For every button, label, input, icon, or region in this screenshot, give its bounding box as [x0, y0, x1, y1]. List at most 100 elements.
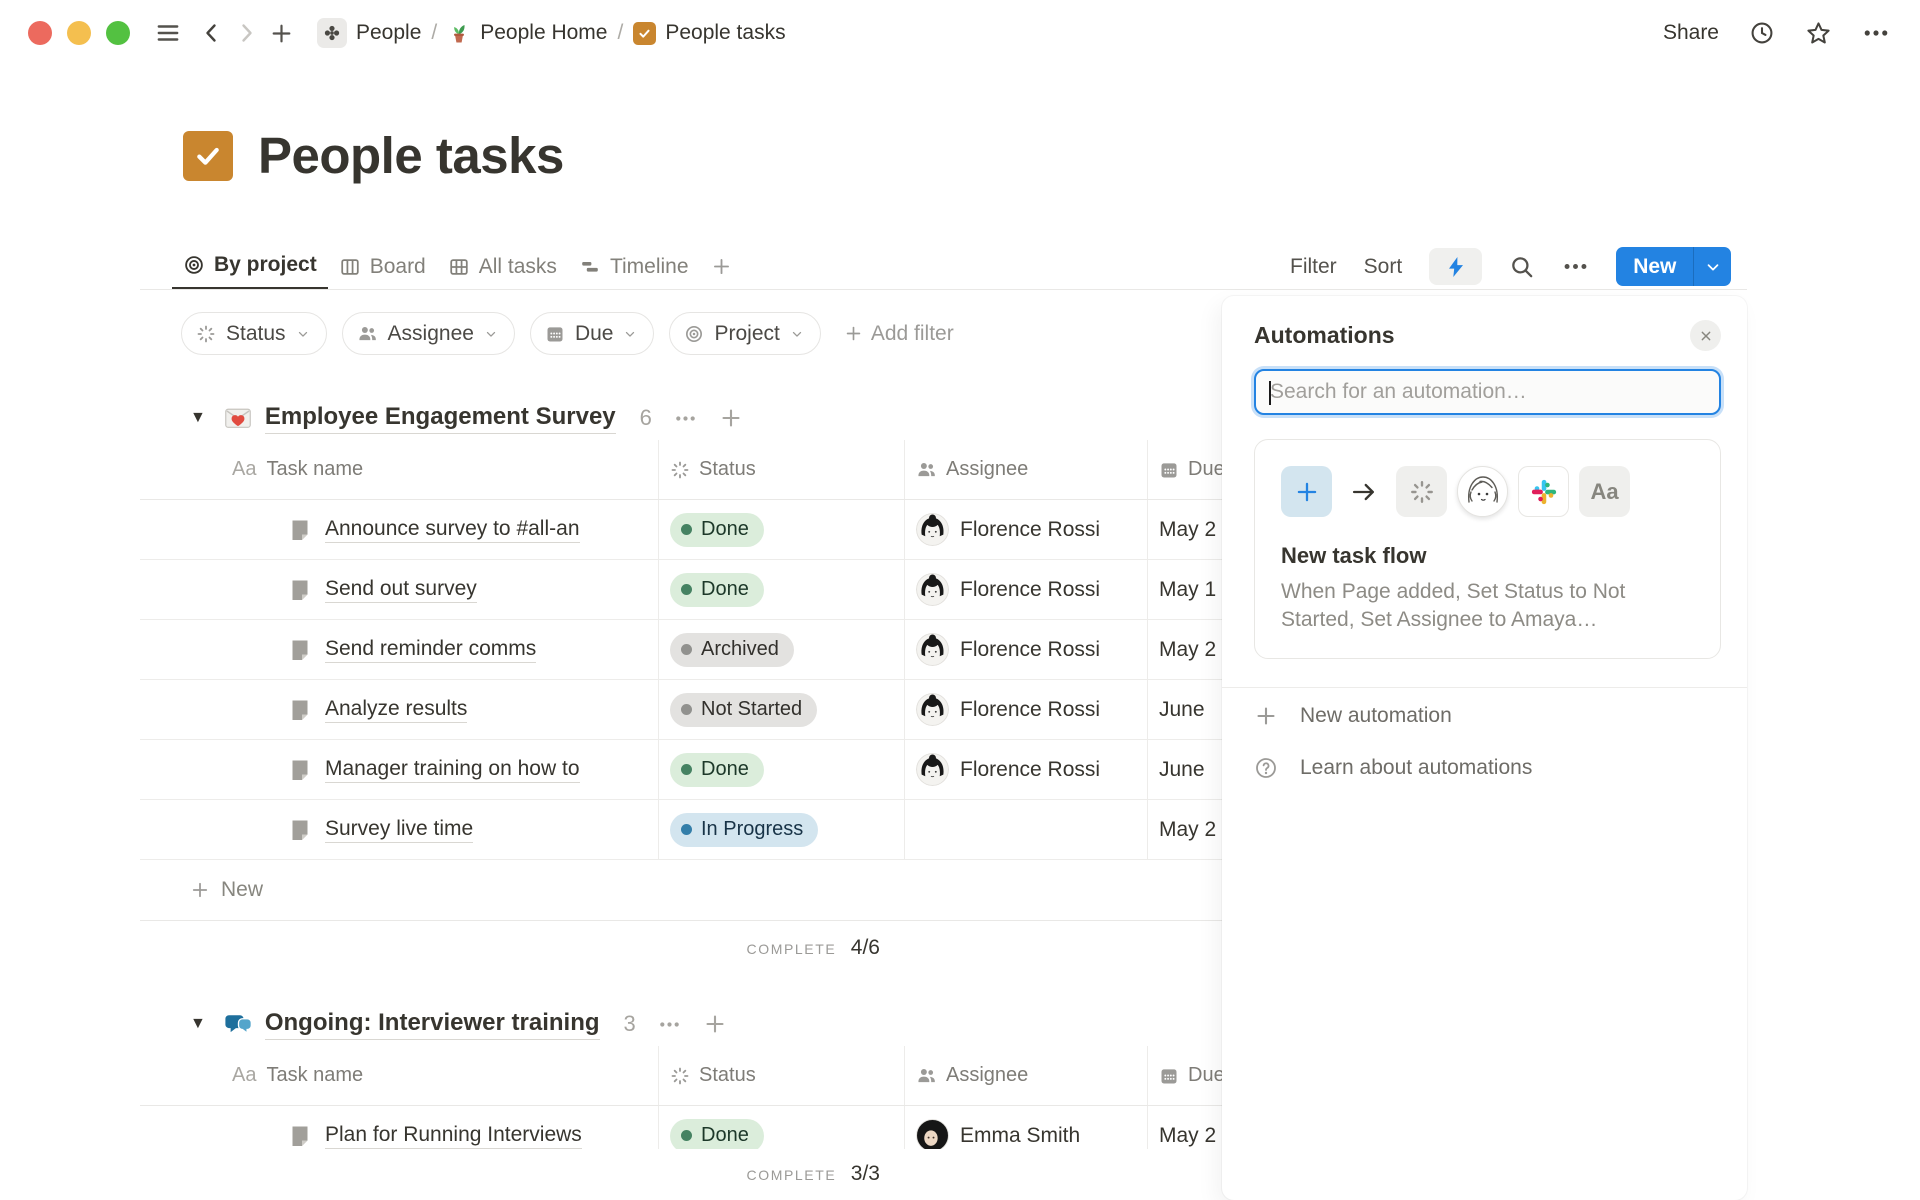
column-header-status[interactable]: Status — [699, 458, 756, 481]
page-title: People tasks — [258, 126, 564, 185]
status-burst-icon — [670, 460, 690, 480]
status-cell[interactable]: Done — [658, 500, 904, 559]
nav-forward-icon[interactable] — [234, 21, 258, 45]
automation-card-description: When Page added, Set Status to Not Start… — [1281, 578, 1671, 634]
text-property-icon: Aa — [1579, 466, 1630, 517]
assignee-cell[interactable]: Florence Rossi — [904, 620, 1147, 679]
search-icon[interactable] — [1509, 254, 1535, 280]
column-header-due[interactable]: Due — [1188, 458, 1225, 481]
learn-about-automations-link[interactable]: Learn about automations — [1254, 744, 1721, 792]
group-complete-summary: COMPLETE 4/6 — [140, 936, 880, 960]
tab-by-project[interactable]: By project — [172, 243, 328, 290]
tab-board[interactable]: Board — [328, 243, 437, 290]
task-name-link[interactable]: Analyze results — [325, 697, 467, 723]
group-add-icon[interactable] — [703, 1012, 727, 1036]
complete-value: 4/6 — [851, 936, 880, 959]
filter-chip-due[interactable]: Due — [530, 312, 655, 355]
group-more-icon[interactable] — [658, 1013, 681, 1036]
add-view-button[interactable] — [700, 243, 743, 290]
filter-chip-project[interactable]: Project — [669, 312, 820, 355]
new-automation-button[interactable]: New automation — [1254, 692, 1721, 740]
assignee-cell[interactable]: Florence Rossi — [904, 500, 1147, 559]
breadcrumb-item-people[interactable]: People — [309, 14, 429, 52]
more-options-icon[interactable] — [1862, 19, 1890, 47]
avatar — [916, 753, 949, 786]
status-cell[interactable]: Not Started — [658, 680, 904, 739]
text-type-icon: Aa — [232, 458, 256, 481]
breadcrumb: People / People Home / People tasks — [309, 14, 794, 52]
plus-icon — [844, 324, 863, 343]
automation-search-input[interactable] — [1270, 380, 1705, 404]
group-collapse-toggle[interactable]: ▼ — [190, 1015, 206, 1033]
filter-chip-assignee[interactable]: Assignee — [342, 312, 515, 355]
filter-chip-status[interactable]: Status — [181, 312, 327, 355]
breadcrumb-item-people-home[interactable]: People Home — [439, 17, 615, 49]
status-cell[interactable]: Archived — [658, 620, 904, 679]
task-name-link[interactable]: Plan for Running Interviews — [325, 1123, 582, 1149]
sidebar-toggle-icon[interactable] — [155, 20, 181, 46]
group-title[interactable]: Employee Engagement Survey — [265, 403, 616, 434]
filter-button[interactable]: Filter — [1290, 255, 1337, 279]
page-icon — [288, 578, 312, 602]
page-checkbox-icon[interactable] — [183, 131, 233, 181]
column-header-assignee[interactable]: Assignee — [946, 458, 1028, 481]
assignee-cell[interactable] — [904, 800, 1147, 859]
zoom-window-button[interactable] — [106, 21, 130, 45]
new-task-dropdown-button[interactable] — [1694, 247, 1731, 286]
plus-icon — [711, 256, 732, 277]
close-window-button[interactable] — [28, 21, 52, 45]
task-name-link[interactable]: Announce survey to #all-an — [325, 517, 580, 543]
updates-clock-icon[interactable] — [1749, 20, 1775, 46]
chevron-down-icon — [296, 327, 310, 341]
automation-search-box[interactable] — [1254, 369, 1721, 415]
minimize-window-button[interactable] — [67, 21, 91, 45]
breadcrumb-item-people-tasks[interactable]: People tasks — [625, 17, 793, 49]
favorite-star-icon[interactable] — [1805, 20, 1832, 47]
close-icon[interactable] — [1690, 320, 1721, 351]
tab-timeline[interactable]: Timeline — [568, 243, 700, 290]
column-header-task[interactable]: Task name — [266, 1064, 363, 1087]
avatar — [916, 573, 949, 606]
column-header-assignee[interactable]: Assignee — [946, 1064, 1028, 1087]
status-cell[interactable]: Done — [658, 560, 904, 619]
group-collapse-toggle[interactable]: ▼ — [190, 409, 206, 427]
timeline-icon — [579, 256, 601, 278]
share-button[interactable]: Share — [1663, 21, 1719, 45]
sort-button[interactable]: Sort — [1364, 255, 1403, 279]
status-cell[interactable]: Done — [658, 740, 904, 799]
task-name-link[interactable]: Survey live time — [325, 817, 473, 843]
complete-label: COMPLETE — [747, 941, 837, 957]
add-filter-button[interactable]: Add filter — [844, 322, 954, 346]
automations-bolt-button[interactable] — [1429, 248, 1482, 285]
filter-bar: Status Assignee Due Project Add filter — [181, 312, 954, 355]
view-options-icon[interactable] — [1562, 253, 1589, 280]
new-task-button[interactable]: New — [1616, 247, 1693, 286]
new-task-split-button[interactable]: New — [1616, 247, 1731, 286]
status-cell[interactable]: In Progress — [658, 800, 904, 859]
status-badge: Done — [701, 578, 749, 601]
automation-card-new-task-flow[interactable]: Aa New task flow When Page added, Set St… — [1254, 439, 1721, 659]
new-page-icon[interactable] — [269, 21, 294, 46]
task-name-link[interactable]: Send reminder comms — [325, 637, 536, 663]
workspace-icon — [317, 18, 347, 48]
assignee-cell[interactable]: Florence Rossi — [904, 740, 1147, 799]
column-header-task[interactable]: Task name — [266, 458, 363, 481]
column-header-due[interactable]: Due — [1188, 1064, 1225, 1087]
trigger-plus-icon — [1281, 466, 1332, 517]
tab-all-tasks[interactable]: All tasks — [437, 243, 568, 290]
group-more-icon[interactable] — [674, 407, 697, 430]
column-header-status[interactable]: Status — [699, 1064, 756, 1087]
group-add-icon[interactable] — [719, 406, 743, 430]
task-name-link[interactable]: Send out survey — [325, 577, 477, 603]
people-icon — [916, 1065, 937, 1086]
assignee-cell[interactable]: Florence Rossi — [904, 560, 1147, 619]
group-title[interactable]: Ongoing: Interviewer training — [265, 1009, 600, 1040]
assignee-cell[interactable]: Florence Rossi — [904, 680, 1147, 739]
nav-back-icon[interactable] — [200, 21, 224, 45]
breadcrumb-separator: / — [431, 21, 437, 45]
status-badge: Done — [701, 758, 749, 781]
status-badge: Done — [701, 1124, 749, 1147]
board-icon — [339, 256, 361, 278]
complete-value: 3/3 — [851, 1162, 880, 1185]
task-name-link[interactable]: Manager training on how to — [325, 757, 580, 783]
